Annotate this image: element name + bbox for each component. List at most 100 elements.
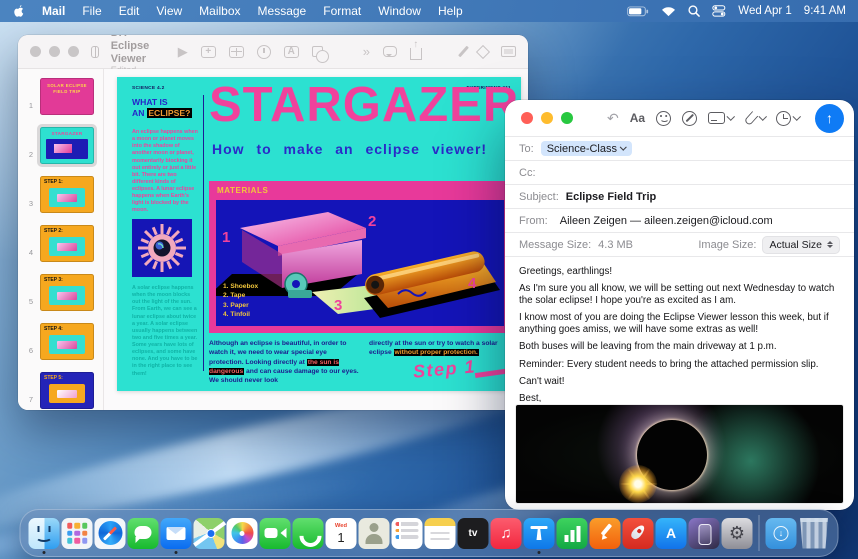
dock-phone[interactable] (293, 518, 324, 549)
slide-6-thumb[interactable]: STEP 4: (40, 323, 94, 360)
text-button[interactable]: A (284, 46, 299, 58)
battery-icon[interactable] (627, 6, 649, 17)
subject-value[interactable]: Eclipse Field Trip (566, 191, 656, 203)
chart-button[interactable] (257, 45, 271, 59)
slide-thumbnail-6[interactable]: 6 STEP 4: (20, 320, 103, 363)
image-size-select[interactable]: Actual Size (762, 236, 840, 254)
dock-safari[interactable] (95, 518, 126, 549)
subject-field[interactable]: Subject: Eclipse Field Trip (505, 184, 854, 208)
window-controls[interactable] (521, 112, 573, 124)
menu-item-file[interactable]: File (82, 4, 101, 18)
dock-mail[interactable] (161, 518, 192, 549)
slide-1-thumb[interactable]: SOLAR ECLIPSE FIELD TRIP (40, 78, 94, 115)
document-settings-button[interactable] (501, 46, 516, 57)
dock-reminders[interactable] (392, 518, 423, 549)
dock-system-settings[interactable]: ⚙ (722, 518, 753, 549)
sidebar-toggle-icon[interactable] (91, 46, 99, 58)
send-button[interactable]: ↑ (815, 104, 844, 133)
dock-contacts[interactable] (359, 518, 390, 549)
zoom-button[interactable] (68, 46, 79, 57)
dock-keynote[interactable] (524, 518, 555, 549)
dock-facetime[interactable] (260, 518, 291, 549)
dock-photos[interactable] (227, 518, 258, 549)
control-center-icon[interactable] (712, 5, 726, 17)
format-icon[interactable]: Aa (630, 111, 645, 125)
slide-thumbnail-5[interactable]: 5 STEP 3: (20, 271, 103, 314)
slide-thumbnail-7[interactable]: 7 STEP 5: (20, 369, 103, 410)
menu-bar-date[interactable]: Wed Apr 1 (738, 5, 792, 17)
close-button[interactable] (30, 46, 41, 57)
menu-bar-clock[interactable]: 9:41 AM (804, 5, 846, 17)
dock-messages[interactable] (128, 518, 159, 549)
insert-button[interactable]: + (201, 46, 216, 58)
materials-list: 1. Shoebox 2. Tape 3. Paper 4. Tinfoil (223, 282, 258, 320)
menu-item-window[interactable]: Window (378, 4, 421, 18)
dock-maps[interactable] (194, 518, 225, 549)
share-button[interactable] (410, 48, 422, 60)
dock-pages[interactable] (590, 518, 621, 549)
dock-downloads[interactable]: ↓ (766, 518, 797, 549)
slide-3-thumb[interactable]: STEP 1: (40, 176, 94, 213)
cc-field[interactable]: Cc: (505, 160, 854, 184)
dock-trash[interactable] (799, 518, 830, 549)
intro-paragraph: An eclipse happens when a moon or planet… (132, 129, 198, 215)
signature: Best,Mrs. Zeigen (519, 393, 840, 402)
emoji-icon[interactable] (656, 111, 671, 126)
menu-item-edit[interactable]: Edit (119, 4, 140, 18)
menu-item-view[interactable]: View (156, 4, 182, 18)
dock-music[interactable]: ♫ (491, 518, 522, 549)
writing-tools-icon[interactable] (682, 111, 697, 126)
attach-button[interactable] (745, 112, 766, 125)
dock-rocket-app[interactable] (623, 518, 654, 549)
minimize-button[interactable] (541, 112, 553, 124)
play-button[interactable]: ▶ (178, 45, 188, 58)
undo-icon[interactable]: ↶ (607, 111, 619, 125)
slide-4-thumb[interactable]: STEP 2: (40, 225, 94, 262)
close-button[interactable] (521, 112, 533, 124)
from-value[interactable]: Aileen Zeigen — aileen.zeigen@icloud.com (560, 215, 773, 227)
dock-tv[interactable]: tv (458, 518, 489, 549)
comment-button[interactable] (383, 46, 397, 57)
to-field[interactable]: To: Science-Class (505, 136, 854, 160)
dock-numbers[interactable] (557, 518, 588, 549)
slide-thumbnail-2-selected[interactable]: 2 STARGAZER (20, 124, 103, 167)
slide-5-thumb[interactable]: STEP 3: (40, 274, 94, 311)
menu-item-mailbox[interactable]: Mailbox (199, 4, 240, 18)
eclipse-photo-attachment[interactable] (515, 404, 844, 504)
dock-launchpad[interactable] (62, 518, 93, 549)
cc-label: Cc: (519, 167, 536, 179)
send-later-button[interactable] (776, 111, 800, 126)
dock-calendar[interactable]: Wed1 (326, 518, 357, 549)
menu-item-help[interactable]: Help (438, 4, 463, 18)
slide-2-thumb[interactable]: STARGAZER (40, 127, 94, 164)
menu-item-message[interactable]: Message (258, 4, 307, 18)
slide-thumbnail-3[interactable]: 3 STEP 1: (20, 173, 103, 216)
header-fields-icon (708, 112, 725, 124)
dock-finder[interactable] (29, 518, 60, 549)
recipient-token[interactable]: Science-Class (541, 141, 632, 156)
table-button[interactable] (229, 46, 244, 58)
minimize-button[interactable] (49, 46, 60, 57)
search-icon[interactable] (688, 5, 700, 17)
slide-thumbnail-1[interactable]: 1 SOLAR ECLIPSE FIELD TRIP (20, 75, 103, 118)
slide-thumbnail-4[interactable]: 4 STEP 2: (20, 222, 103, 265)
apple-menu-icon[interactable] (12, 4, 25, 19)
menu-item-format[interactable]: Format (323, 4, 361, 18)
animate-button[interactable] (476, 44, 490, 58)
wifi-icon[interactable] (661, 6, 676, 17)
message-body[interactable]: Greetings, earthlings! As I'm sure you a… (505, 256, 854, 402)
dock-iphone-mirroring[interactable] (689, 518, 720, 549)
window-controls[interactable] (30, 46, 79, 57)
more-toolbar-button[interactable]: » (363, 45, 370, 58)
header-fields-button[interactable] (708, 112, 734, 124)
chevron-down-icon (758, 113, 766, 121)
dock-notes[interactable] (425, 518, 456, 549)
dock-app-store[interactable]: A (656, 518, 687, 549)
shape-button[interactable] (312, 46, 323, 57)
menu-app-name[interactable]: Mail (42, 4, 65, 18)
zoom-button[interactable] (561, 112, 573, 124)
slide-page[interactable]: SCIENCE 4.2 EXPERIMENT #11 WHAT IS AN EC… (117, 77, 521, 391)
slide-7-thumb[interactable]: STEP 5: (40, 372, 94, 409)
from-field[interactable]: From: Aileen Zeigen — aileen.zeigen@iclo… (505, 208, 854, 232)
format-brush-button[interactable] (458, 46, 469, 58)
